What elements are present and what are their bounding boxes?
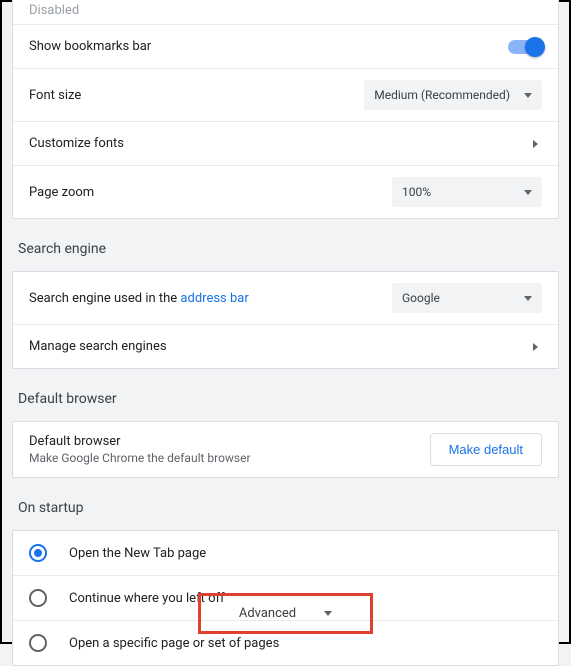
address-bar-link[interactable]: address bar [180,291,248,306]
default-browser-row-title: Default browser [29,434,251,449]
chevron-down-icon [524,190,532,195]
manage-search-engines-row[interactable]: Manage search engines [13,324,558,368]
default-browser-text: Default browser Make Google Chrome the d… [29,434,251,465]
show-bookmarks-label: Show bookmarks bar [29,39,151,54]
startup-option-newtab[interactable]: Open the New Tab page [13,531,558,575]
customize-fonts-label: Customize fonts [29,136,124,151]
advanced-label: Advanced [239,606,296,621]
startup-newtab-label: Open the New Tab page [69,546,206,561]
appearance-card: Disabled Show bookmarks bar Font size Me… [12,0,559,219]
make-default-button[interactable]: Make default [430,433,542,466]
default-browser-title: Default browser [18,391,559,407]
advanced-button[interactable]: Advanced [198,593,373,634]
radio-icon[interactable] [29,634,47,652]
chevron-down-icon [324,611,332,616]
search-engine-card: Search engine used in the address bar Go… [12,271,559,369]
radio-selected-icon[interactable] [29,544,47,562]
page-zoom-select[interactable]: 100% [392,177,542,207]
chevron-down-icon [524,296,532,301]
show-bookmarks-row[interactable]: Show bookmarks bar [13,24,558,68]
page-zoom-label: Page zoom [29,185,94,200]
chevron-right-icon [533,140,538,148]
chevron-right-icon [533,343,538,351]
disabled-label: Disabled [29,3,79,18]
page-zoom-value: 100% [402,185,431,199]
search-engine-value: Google [402,291,440,305]
advanced-bar: Advanced [2,593,569,634]
font-size-select[interactable]: Medium (Recommended) [364,80,542,110]
font-size-label: Font size [29,88,81,103]
manage-search-engines-label: Manage search engines [29,339,167,354]
font-size-row: Font size Medium (Recommended) [13,68,558,121]
default-browser-card: Default browser Make Google Chrome the d… [12,421,559,478]
font-size-value: Medium (Recommended) [374,88,510,102]
on-startup-title: On startup [18,500,559,516]
default-browser-row-subtitle: Make Google Chrome the default browser [29,451,251,465]
page-zoom-row: Page zoom 100% [13,165,558,218]
default-browser-row: Default browser Make Google Chrome the d… [13,422,558,477]
show-bookmarks-toggle[interactable] [508,40,542,54]
customize-fonts-row[interactable]: Customize fonts [13,121,558,165]
search-engine-select[interactable]: Google [392,283,542,313]
search-engine-used-label: Search engine used in the address bar [29,291,249,306]
disabled-row: Disabled [13,0,558,24]
search-engine-title: Search engine [18,241,559,257]
startup-specific-label: Open a specific page or set of pages [69,636,279,651]
chevron-down-icon [524,93,532,98]
search-engine-used-row: Search engine used in the address bar Go… [13,272,558,324]
